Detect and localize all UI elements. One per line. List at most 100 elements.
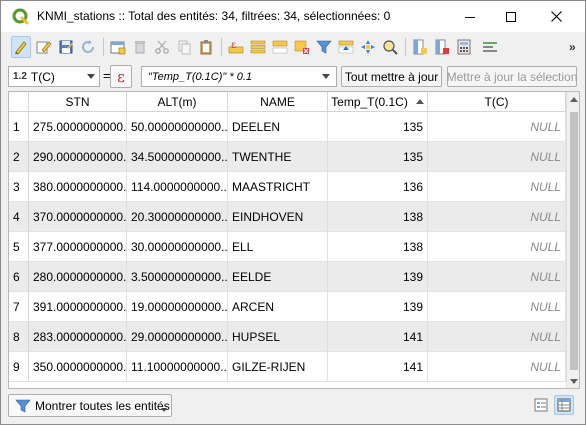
cell-name[interactable]: EELDE	[228, 262, 328, 292]
form-view-button[interactable]	[531, 395, 551, 415]
row-header[interactable]: 4	[9, 202, 29, 232]
cell-tc[interactable]: NULL	[428, 232, 566, 262]
cell-name[interactable]: ARCEN	[228, 292, 328, 322]
expression-builder-button[interactable]: ε	[110, 65, 132, 88]
expression-input[interactable]: "Temp_T(0.1C)" * 0.1	[141, 66, 337, 87]
cell-temp[interactable]: 141	[328, 322, 428, 352]
field-select[interactable]: 1.2 T(C)	[8, 66, 100, 87]
toggle-editing-button[interactable]	[11, 36, 31, 58]
cell-tc[interactable]: NULL	[428, 142, 566, 172]
cell-alt[interactable]: 29.00000000000...	[127, 322, 228, 352]
cell-temp[interactable]: 135	[328, 112, 428, 142]
cell-name[interactable]: TWENTHE	[228, 142, 328, 172]
chevron-down-icon[interactable]	[322, 74, 330, 79]
cell-tc[interactable]: NULL	[428, 352, 566, 382]
cell-alt[interactable]: 50.00000000000...	[127, 112, 228, 142]
field-calculator-button[interactable]	[454, 36, 474, 58]
cell-temp[interactable]: 139	[328, 262, 428, 292]
delete-field-button[interactable]	[432, 36, 452, 58]
zoom-to-selection-button[interactable]	[380, 36, 400, 58]
delete-feature-button[interactable]	[130, 36, 150, 58]
show-all-features-button[interactable]: Montrer toutes les entités	[8, 394, 172, 417]
cell-alt[interactable]: 34.50000000000...	[127, 142, 228, 172]
cell-tc[interactable]: NULL	[428, 112, 566, 142]
more-tools-icon[interactable]: »	[569, 40, 576, 54]
table-view-button[interactable]	[554, 395, 574, 415]
cell-stn[interactable]: 350.0000000000...	[29, 352, 127, 382]
vertical-scrollbar[interactable]	[566, 92, 579, 388]
cell-tc[interactable]: NULL	[428, 172, 566, 202]
save-edits-button[interactable]	[56, 36, 76, 58]
scroll-up-icon[interactable]	[570, 97, 578, 102]
cell-stn[interactable]: 290.0000000000...	[29, 142, 127, 172]
pan-to-selection-button[interactable]	[358, 36, 378, 58]
row-header[interactable]: 7	[9, 292, 29, 322]
cell-alt[interactable]: 30.00000000000...	[127, 232, 228, 262]
select-all-button[interactable]	[248, 36, 268, 58]
cell-stn[interactable]: 377.0000000000...	[29, 232, 127, 262]
cell-stn[interactable]: 280.0000000000...	[29, 262, 127, 292]
multi-edit-button[interactable]	[34, 36, 54, 58]
cell-name[interactable]: DEELEN	[228, 112, 328, 142]
row-header[interactable]: 8	[9, 322, 29, 352]
attribute-table[interactable]: STN ALT(m) NAME Temp_T(0.1C) T(C) 1 275.0…	[8, 91, 580, 389]
row-header[interactable]: 9	[9, 352, 29, 382]
filter-select-button[interactable]	[314, 36, 334, 58]
cell-tc[interactable]: NULL	[428, 292, 566, 322]
cell-name[interactable]: HUPSEL	[228, 322, 328, 352]
cell-stn[interactable]: 391.0000000000...	[29, 292, 127, 322]
cell-name[interactable]: EINDHOVEN	[228, 202, 328, 232]
cell-temp[interactable]: 139	[328, 292, 428, 322]
cell-temp[interactable]: 138	[328, 202, 428, 232]
copy-button[interactable]	[174, 36, 194, 58]
new-field-button[interactable]	[410, 36, 430, 58]
conditional-formatting-button[interactable]	[480, 36, 500, 58]
title-bar[interactable]: KNMI_stations :: Total des entités: 34, …	[1, 1, 585, 32]
row-header[interactable]: 6	[9, 262, 29, 292]
close-button[interactable]	[533, 1, 579, 32]
invert-selection-button[interactable]	[270, 36, 290, 58]
move-selection-top-button[interactable]	[336, 36, 356, 58]
cell-stn[interactable]: 370.0000000000...	[29, 202, 127, 232]
column-header-name[interactable]: NAME	[228, 92, 328, 112]
row-header[interactable]: 2	[9, 142, 29, 172]
cell-tc[interactable]: NULL	[428, 322, 566, 352]
cell-tc[interactable]: NULL	[428, 202, 566, 232]
cell-alt[interactable]: 114.0000000000...	[127, 172, 228, 202]
update-selected-button[interactable]: Mettre à jour la sélection	[447, 66, 577, 87]
add-feature-button[interactable]	[108, 36, 128, 58]
cell-name[interactable]: GILZE-RIJEN	[228, 352, 328, 382]
cell-name[interactable]: ELL	[228, 232, 328, 262]
column-header-stn[interactable]: STN	[29, 92, 127, 112]
select-by-expression-button[interactable]: ε	[226, 36, 246, 58]
update-all-button[interactable]: Tout mettre à jour	[341, 66, 442, 87]
cell-name[interactable]: MAASTRICHT	[228, 172, 328, 202]
cell-tc[interactable]: NULL	[428, 262, 566, 292]
scroll-thumb[interactable]	[570, 112, 578, 370]
cell-temp[interactable]: 141	[328, 352, 428, 382]
column-header-alt[interactable]: ALT(m)	[127, 92, 228, 112]
cell-alt[interactable]: 11.10000000000...	[127, 352, 228, 382]
cell-temp[interactable]: 136	[328, 172, 428, 202]
deselect-all-button[interactable]	[292, 36, 312, 58]
row-header[interactable]: 1	[9, 112, 29, 142]
cell-stn[interactable]: 380.0000000000...	[29, 172, 127, 202]
maximize-button[interactable]	[488, 1, 534, 32]
column-header-temp[interactable]: Temp_T(0.1C)	[328, 92, 428, 112]
paste-button[interactable]	[196, 36, 216, 58]
corner-header[interactable]	[9, 92, 29, 112]
row-header[interactable]: 5	[9, 232, 29, 262]
cell-stn[interactable]: 275.0000000000...	[29, 112, 127, 142]
cell-alt[interactable]: 3.500000000000...	[127, 262, 228, 292]
scroll-down-icon[interactable]	[570, 379, 578, 384]
cell-alt[interactable]: 19.00000000000...	[127, 292, 228, 322]
cell-alt[interactable]: 20.30000000000...	[127, 202, 228, 232]
row-header[interactable]: 3	[9, 172, 29, 202]
reload-button[interactable]	[78, 36, 98, 58]
column-header-tc[interactable]: T(C)	[428, 92, 566, 112]
minimize-button[interactable]	[447, 1, 493, 32]
cut-button[interactable]	[152, 36, 172, 58]
cell-temp[interactable]: 135	[328, 142, 428, 172]
cell-temp[interactable]: 138	[328, 232, 428, 262]
cell-stn[interactable]: 283.0000000000...	[29, 322, 127, 352]
